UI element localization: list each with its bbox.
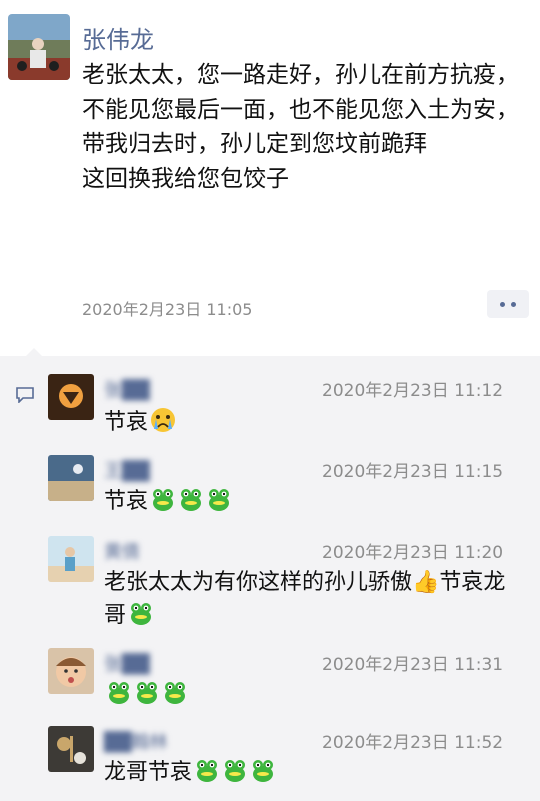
crying-face-emoji — [151, 408, 176, 432]
comment-text: 节哀 — [104, 485, 524, 518]
commenter-name[interactable]: ██翰林 — [104, 728, 168, 754]
frog-emoji — [153, 489, 174, 511]
post-text: 老张太太，您一路走好，孙儿在前方抗疫， 不能见您最后一面，也不能见您入土为安， … — [82, 62, 519, 192]
frog-emoji — [181, 489, 202, 511]
author-avatar[interactable] — [8, 14, 70, 80]
more-actions-button[interactable] — [487, 290, 529, 318]
comment-text-content: 节哀 — [104, 410, 149, 435]
comment-text: 节哀 — [104, 406, 524, 439]
comment-text-content: 老张太太为有你这样的孙儿骄傲👍节哀龙哥 — [104, 570, 506, 628]
comments-panel: 张██ 2020年2月23日 11:12 节哀 王██ 2020年2月23日 1… — [0, 348, 540, 801]
frog-emoji — [165, 682, 185, 704]
comment-time: 2020年2月23日 11:20 — [322, 543, 504, 563]
frog-emoji — [109, 682, 129, 704]
comment-text — [104, 678, 524, 711]
comment-time: 2020年2月23日 11:52 — [322, 733, 504, 753]
post-timestamp: 2020年2月23日 11:05 — [82, 300, 253, 319]
frog-emoji — [209, 489, 230, 511]
comment-text-content: 节哀 — [104, 489, 149, 514]
commenter-name[interactable]: 张██ — [104, 376, 150, 402]
frog-emoji — [131, 603, 152, 625]
commenter-avatar[interactable] — [48, 536, 94, 582]
frog-emoji — [253, 760, 274, 782]
commenter-name[interactable]: 王██ — [104, 457, 150, 483]
comment-time: 2020年2月23日 11:31 — [322, 655, 504, 675]
commenter-name[interactable]: 张██ — [104, 650, 150, 676]
comment-text-content: 龙哥节哀 — [104, 760, 193, 785]
dot-icon — [500, 301, 505, 307]
commenter-name[interactable]: 黄倩 — [104, 538, 140, 564]
comment-time: 2020年2月23日 11:15 — [322, 462, 504, 482]
commenter-avatar[interactable] — [48, 374, 94, 420]
panel-caret — [26, 348, 42, 356]
dot-icon — [511, 301, 516, 307]
frog-emoji — [197, 760, 218, 782]
author-name[interactable]: 张伟龙 — [82, 20, 154, 55]
frog-emoji — [137, 682, 157, 704]
comment-text: 老张太太为有你这样的孙儿骄傲👍节哀龙哥 — [104, 566, 524, 632]
moments-post: 张伟龙 老张太太，您一路走好，孙儿在前方抗疫， 不能见您最后一面，也不能见您入土… — [0, 0, 540, 340]
frog-emoji — [225, 760, 246, 782]
commenter-avatar[interactable] — [48, 455, 94, 501]
comment-time: 2020年2月23日 11:12 — [322, 381, 504, 401]
commenter-avatar[interactable] — [48, 726, 94, 772]
comment-text: 龙哥节哀 — [104, 756, 524, 789]
commenter-avatar[interactable] — [48, 648, 94, 694]
comment-icon — [16, 387, 34, 403]
